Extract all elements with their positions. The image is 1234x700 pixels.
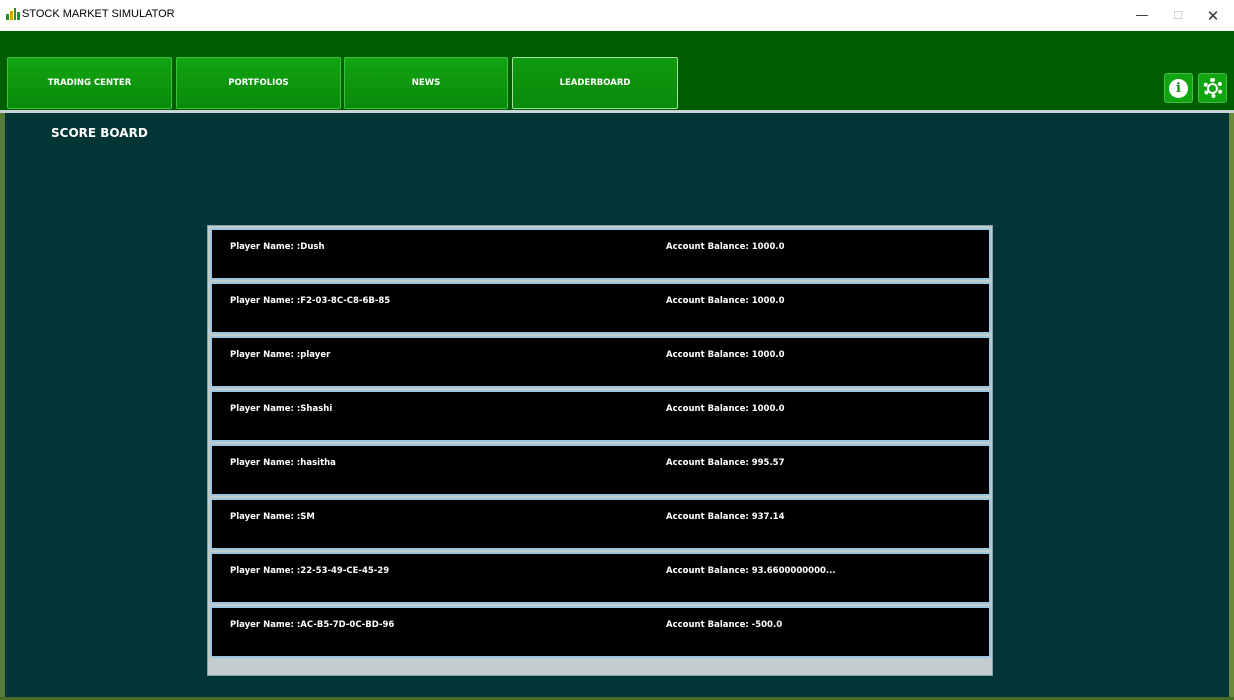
gear-icon xyxy=(1202,78,1223,98)
player-name: Player Name: :SM xyxy=(230,512,315,522)
tab-portfolios[interactable]: PORTFOLIOS xyxy=(176,57,341,109)
right-edge xyxy=(1229,113,1234,700)
account-balance: Account Balance: 1000.0 xyxy=(666,350,785,360)
account-balance: Account Balance: 1000.0 xyxy=(666,296,785,306)
maximize-button[interactable]: ☐ xyxy=(1161,0,1195,31)
player-name: Player Name: :AC-B5-7D-0C-BD-96 xyxy=(230,620,395,630)
player-name: Player Name: :hasitha xyxy=(230,458,336,468)
list-item[interactable]: Player Name: :Dush Account Balance: 1000… xyxy=(210,228,991,280)
list-item[interactable]: Player Name: :22-53-49-CE-45-29 Account … xyxy=(210,552,991,604)
account-balance: Account Balance: 1000.0 xyxy=(666,404,785,414)
player-name: Player Name: :Shashi xyxy=(230,404,333,414)
account-balance: Account Balance: 937.14 xyxy=(666,512,785,522)
player-name: Player Name: :F2-03-8C-C8-6B-85 xyxy=(230,296,391,306)
account-balance: Account Balance: 93.6600000000... xyxy=(666,566,836,576)
tab-news[interactable]: NEWS xyxy=(344,57,508,109)
player-name: Player Name: :player xyxy=(230,350,331,360)
leaderboard-panel: SCORE BOARD Player Name: :Dush Account B… xyxy=(5,113,1229,698)
player-name: Player Name: :Dush xyxy=(230,242,325,252)
list-item[interactable]: Player Name: :Shashi Account Balance: 10… xyxy=(210,390,991,442)
scoreboard-list[interactable]: Player Name: :Dush Account Balance: 1000… xyxy=(207,225,993,676)
info-button[interactable]: i xyxy=(1164,73,1193,103)
tab-trading-center[interactable]: TRADING CENTER xyxy=(7,57,172,109)
account-balance: Account Balance: -500.0 xyxy=(666,620,783,630)
list-item[interactable]: Player Name: :SM Account Balance: 937.14 xyxy=(210,498,991,550)
account-balance: Account Balance: 1000.0 xyxy=(666,242,785,252)
minimize-button[interactable]: — xyxy=(1125,0,1159,31)
list-item[interactable]: Player Name: :hasitha Account Balance: 9… xyxy=(210,444,991,496)
settings-button[interactable] xyxy=(1198,73,1227,103)
tab-leaderboard[interactable]: LEADERBOARD xyxy=(512,57,678,109)
list-item[interactable]: Player Name: :F2-03-8C-C8-6B-85 Account … xyxy=(210,282,991,334)
list-item[interactable]: Player Name: :AC-B5-7D-0C-BD-96 Account … xyxy=(210,606,991,658)
bar-chart-icon xyxy=(6,8,20,20)
app-header: TRADING CENTER PORTFOLIOS NEWS LEADERBOA… xyxy=(0,31,1234,111)
info-icon: i xyxy=(1169,78,1188,98)
player-name: Player Name: :22-53-49-CE-45-29 xyxy=(230,566,390,576)
close-button[interactable]: ✕ xyxy=(1196,0,1230,31)
account-balance: Account Balance: 995.57 xyxy=(666,458,785,468)
window-title: STOCK MARKET SIMULATOR xyxy=(22,8,175,20)
list-item[interactable]: Player Name: :player Account Balance: 10… xyxy=(210,336,991,388)
page-title: SCORE BOARD xyxy=(51,126,148,140)
window-titlebar: STOCK MARKET SIMULATOR — ☐ ✕ xyxy=(0,0,1234,31)
